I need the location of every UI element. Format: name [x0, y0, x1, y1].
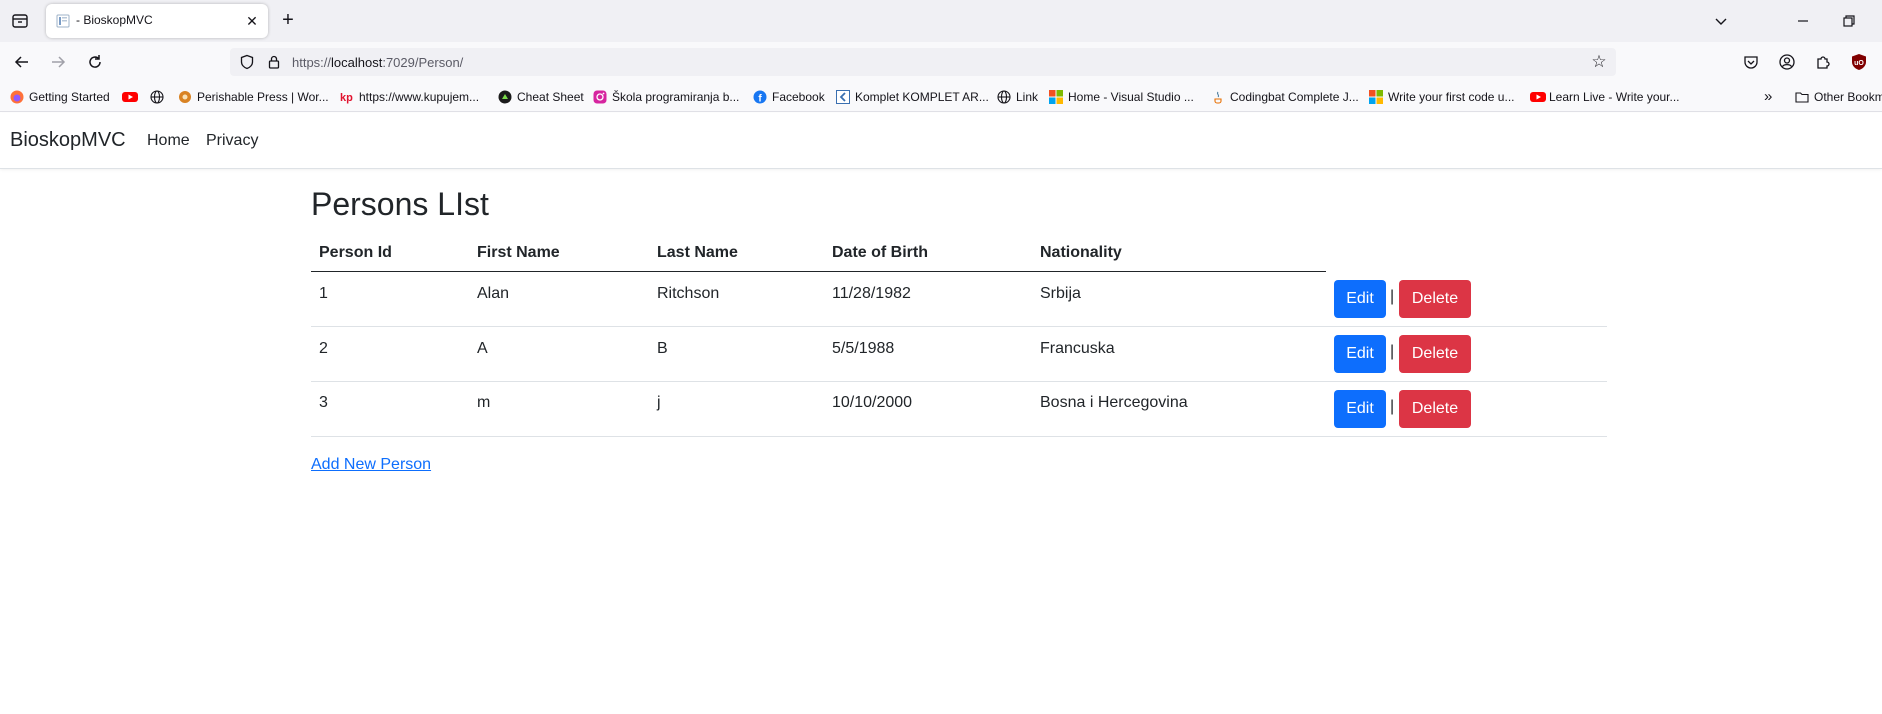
- komplet-icon: [836, 90, 850, 104]
- delete-button[interactable]: Delete: [1399, 280, 1471, 318]
- bookmark-cheat-sheet[interactable]: Cheat Sheet: [498, 89, 584, 105]
- account-icon[interactable]: [1778, 53, 1796, 71]
- bookmark-link[interactable]: Link: [997, 89, 1038, 105]
- table-header-divider: [311, 271, 1326, 272]
- other-bookmarks[interactable]: Other Bookm: [1795, 89, 1882, 105]
- perishable-press-icon: [178, 90, 192, 104]
- pocket-icon[interactable]: [1742, 53, 1760, 71]
- bookmark-kupujem[interactable]: kp https://www.kupujem...: [340, 89, 479, 105]
- url-bar[interactable]: https://localhost:7029/Person/ ☆: [230, 48, 1616, 76]
- page-title: Persons LIst: [311, 186, 489, 222]
- minimize-icon[interactable]: [1794, 12, 1812, 30]
- column-header-person-id: Person Id: [319, 244, 392, 261]
- cell-last-name: j: [657, 394, 661, 411]
- column-header-date-of-birth: Date of Birth: [832, 244, 928, 261]
- lock-icon[interactable]: [266, 54, 282, 70]
- bookmarks-toolbar: Getting Started Perishable Press | Wor..…: [0, 82, 1882, 112]
- folder-icon: [1795, 90, 1809, 104]
- java-icon: [1211, 90, 1225, 104]
- column-header-first-name: First Name: [477, 244, 560, 261]
- edit-button[interactable]: Edit: [1334, 280, 1386, 318]
- forward-icon[interactable]: [48, 52, 68, 72]
- bookmark-getting-started[interactable]: Getting Started: [10, 89, 110, 105]
- edit-button[interactable]: Edit: [1334, 335, 1386, 373]
- action-separator: |: [1390, 343, 1395, 360]
- list-all-tabs-icon[interactable]: [1712, 12, 1730, 30]
- bookmark-star-icon[interactable]: ☆: [1590, 53, 1608, 71]
- instagram-icon: [593, 90, 607, 104]
- microsoft-icon: [1049, 90, 1063, 104]
- restore-icon[interactable]: [1840, 12, 1858, 30]
- column-header-nationality: Nationality: [1040, 244, 1122, 261]
- cell-last-name: Ritchson: [657, 285, 720, 302]
- bookmark-learn-live[interactable]: Learn Live - Write your...: [1530, 89, 1680, 105]
- bookmark-write-first-code[interactable]: Write your first code u...: [1369, 89, 1515, 105]
- new-tab-icon[interactable]: +: [278, 10, 298, 30]
- nav-link-privacy[interactable]: Privacy: [206, 132, 258, 150]
- bookmark-visual-studio[interactable]: Home - Visual Studio ...: [1049, 89, 1194, 105]
- microsoft-icon: [1369, 90, 1383, 104]
- cell-date-of-birth: 10/10/2000: [832, 394, 913, 411]
- row-divider: [311, 436, 1607, 437]
- page-favicon-icon: [56, 14, 70, 28]
- column-header-last-name: Last Name: [657, 244, 738, 261]
- svg-text:kp: kp: [340, 92, 353, 104]
- cell-person-id: 3: [319, 394, 328, 411]
- bookmark-facebook[interactable]: f Facebook: [753, 89, 825, 105]
- bookmark-youtube[interactable]: [122, 89, 138, 105]
- tab-title: - BioskopMVC: [76, 13, 153, 27]
- edit-button[interactable]: Edit: [1334, 390, 1386, 428]
- cell-nationality: Srbija: [1040, 285, 1081, 302]
- globe-icon: [150, 90, 164, 104]
- cell-person-id: 2: [319, 340, 328, 357]
- nav-link-home[interactable]: Home: [147, 132, 190, 150]
- site-navbar: BioskopMVC Home Privacy: [0, 113, 1882, 169]
- row-divider: [311, 381, 1607, 382]
- bookmark-perishable-press[interactable]: Perishable Press | Wor...: [178, 89, 329, 105]
- row-divider: [311, 326, 1607, 327]
- svg-text:uO: uO: [1854, 60, 1864, 67]
- close-tab-icon[interactable]: ✕: [244, 13, 260, 29]
- browser-tab-active[interactable]: - BioskopMVC ✕: [46, 4, 268, 38]
- more-bookmarks-chevron-icon[interactable]: »: [1764, 88, 1772, 105]
- delete-button[interactable]: Delete: [1399, 335, 1471, 373]
- cheat-sheet-icon: [498, 90, 512, 104]
- cell-nationality: Bosna i Hercegovina: [1040, 394, 1188, 411]
- kupujem-icon: kp: [340, 90, 354, 104]
- cell-person-id: 1: [319, 285, 328, 302]
- cell-date-of-birth: 5/5/1988: [832, 340, 895, 357]
- delete-button[interactable]: Delete: [1399, 390, 1471, 428]
- ublock-origin-icon[interactable]: uO: [1850, 53, 1868, 71]
- reload-icon[interactable]: [85, 52, 105, 72]
- tab-list-icon[interactable]: [10, 11, 30, 31]
- back-icon[interactable]: [12, 52, 32, 72]
- action-separator: |: [1390, 398, 1395, 415]
- url-text[interactable]: https://localhost:7029/Person/: [292, 55, 463, 70]
- browser-toolbar: https://localhost:7029/Person/ ☆ uO: [0, 42, 1882, 82]
- bookmark-globe[interactable]: [150, 89, 164, 105]
- cell-first-name: Alan: [477, 285, 510, 302]
- tracking-protection-shield-icon[interactable]: [239, 54, 255, 70]
- cell-first-name: A: [477, 340, 488, 357]
- add-new-person-link[interactable]: Add New Person: [311, 456, 431, 474]
- cell-first-name: m: [477, 394, 491, 411]
- extensions-icon[interactable]: [1814, 53, 1832, 71]
- bookmark-codingbat[interactable]: Codingbat Complete J...: [1211, 89, 1359, 105]
- bookmark-skola-programiranja[interactable]: Škola programiranja b...: [593, 89, 739, 105]
- action-separator: |: [1390, 288, 1395, 305]
- facebook-icon: f: [753, 90, 767, 105]
- firefox-icon: [10, 90, 24, 104]
- site-brand[interactable]: BioskopMVC: [10, 129, 126, 152]
- youtube-icon: [1530, 90, 1546, 104]
- cell-last-name: B: [657, 340, 668, 357]
- bookmark-komplet[interactable]: Komplet KOMPLET AR...: [836, 89, 989, 105]
- browser-tab-bar: - BioskopMVC ✕ +: [0, 0, 1882, 42]
- cell-date-of-birth: 11/28/1982: [832, 285, 911, 302]
- youtube-icon: [122, 90, 138, 104]
- globe-icon: [997, 90, 1011, 104]
- cell-nationality: Francuska: [1040, 340, 1115, 357]
